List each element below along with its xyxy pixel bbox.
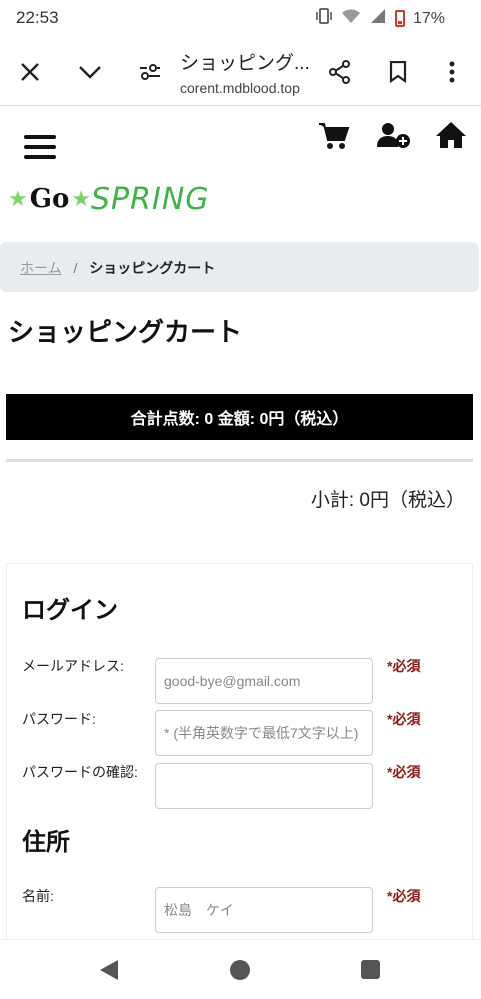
site-logo[interactable]: ★ Go ★ SPRING	[8, 179, 210, 219]
star-icon: ★	[8, 186, 28, 212]
required-mark: *必須	[387, 888, 421, 904]
email-label: メールアドレス:	[22, 658, 124, 674]
share-icon	[329, 60, 350, 84]
home-circle-icon[interactable]	[230, 960, 250, 980]
breadcrumb-separator: /	[73, 260, 78, 276]
register-button[interactable]	[377, 121, 411, 151]
breadcrumb: ホーム / ショッピングカート	[0, 242, 479, 292]
logo-spring: SPRING	[91, 181, 210, 217]
logo-go: Go	[29, 184, 70, 214]
home-button[interactable]	[435, 121, 469, 151]
breadcrumb-current: ショッピングカート	[89, 260, 216, 276]
tune-icon	[140, 64, 160, 80]
site-header: ★ Go ★ SPRING	[0, 107, 481, 237]
status-bar: 22:53 17%	[0, 0, 481, 38]
address-section-title: 住所	[22, 829, 70, 856]
password-label: パスワード:	[22, 711, 96, 727]
chevron-down-icon	[79, 66, 101, 79]
cart-icon	[319, 123, 350, 149]
bookmark-icon	[389, 61, 407, 83]
menu-icon[interactable]	[24, 135, 56, 159]
browser-menu-button[interactable]	[432, 52, 472, 92]
site-settings-button[interactable]	[130, 52, 170, 92]
checkout-form: ログイン メールアドレス: *必須 パスワード: *必須 パスワードの確認: *…	[6, 563, 473, 999]
login-section-title: ログイン	[22, 597, 118, 624]
browser-page-title: ショッピング...	[180, 53, 310, 74]
password-confirm-label: パスワードの確認:	[22, 764, 138, 780]
wifi-icon	[341, 8, 361, 29]
close-icon	[21, 63, 39, 81]
close-tab-button[interactable]	[10, 52, 50, 92]
password-field[interactable]	[155, 710, 373, 756]
status-icons: 17%	[315, 8, 445, 29]
password-confirm-field[interactable]	[155, 763, 373, 809]
recent-apps-icon[interactable]	[361, 960, 380, 979]
bookmark-button[interactable]	[378, 52, 418, 92]
battery-icon	[394, 10, 405, 27]
required-mark: *必須	[387, 658, 421, 674]
battery-level: 17%	[412, 9, 445, 27]
email-field[interactable]	[155, 658, 373, 704]
browser-toolbar: ショッピング... corent.mdblood.top	[0, 38, 481, 106]
star-icon: ★	[71, 186, 92, 212]
vibrate-icon	[315, 8, 333, 29]
required-mark: *必須	[387, 711, 421, 727]
system-nav-bar	[0, 939, 481, 999]
share-button[interactable]	[320, 52, 360, 92]
cart-button[interactable]	[318, 121, 352, 151]
divider	[6, 459, 473, 462]
browser-url[interactable]: corent.mdblood.top	[180, 80, 300, 96]
cart-summary-bar: 合計点数: 0 金額: 0円（税込）	[6, 394, 473, 440]
name-label: 名前:	[22, 888, 54, 904]
more-vert-icon	[449, 61, 455, 83]
signal-icon	[369, 8, 387, 29]
name-field[interactable]	[155, 887, 373, 933]
page-title: ショッピングカート	[8, 317, 243, 347]
user-add-icon	[377, 123, 410, 148]
breadcrumb-home-link[interactable]: ホーム	[20, 260, 62, 276]
subtotal: 小計: 0円（税込）	[310, 490, 465, 511]
minimize-button[interactable]	[70, 52, 110, 92]
back-icon[interactable]	[100, 960, 118, 980]
required-mark: *必須	[387, 764, 421, 780]
status-time: 22:53	[16, 8, 59, 27]
home-icon	[436, 122, 466, 148]
